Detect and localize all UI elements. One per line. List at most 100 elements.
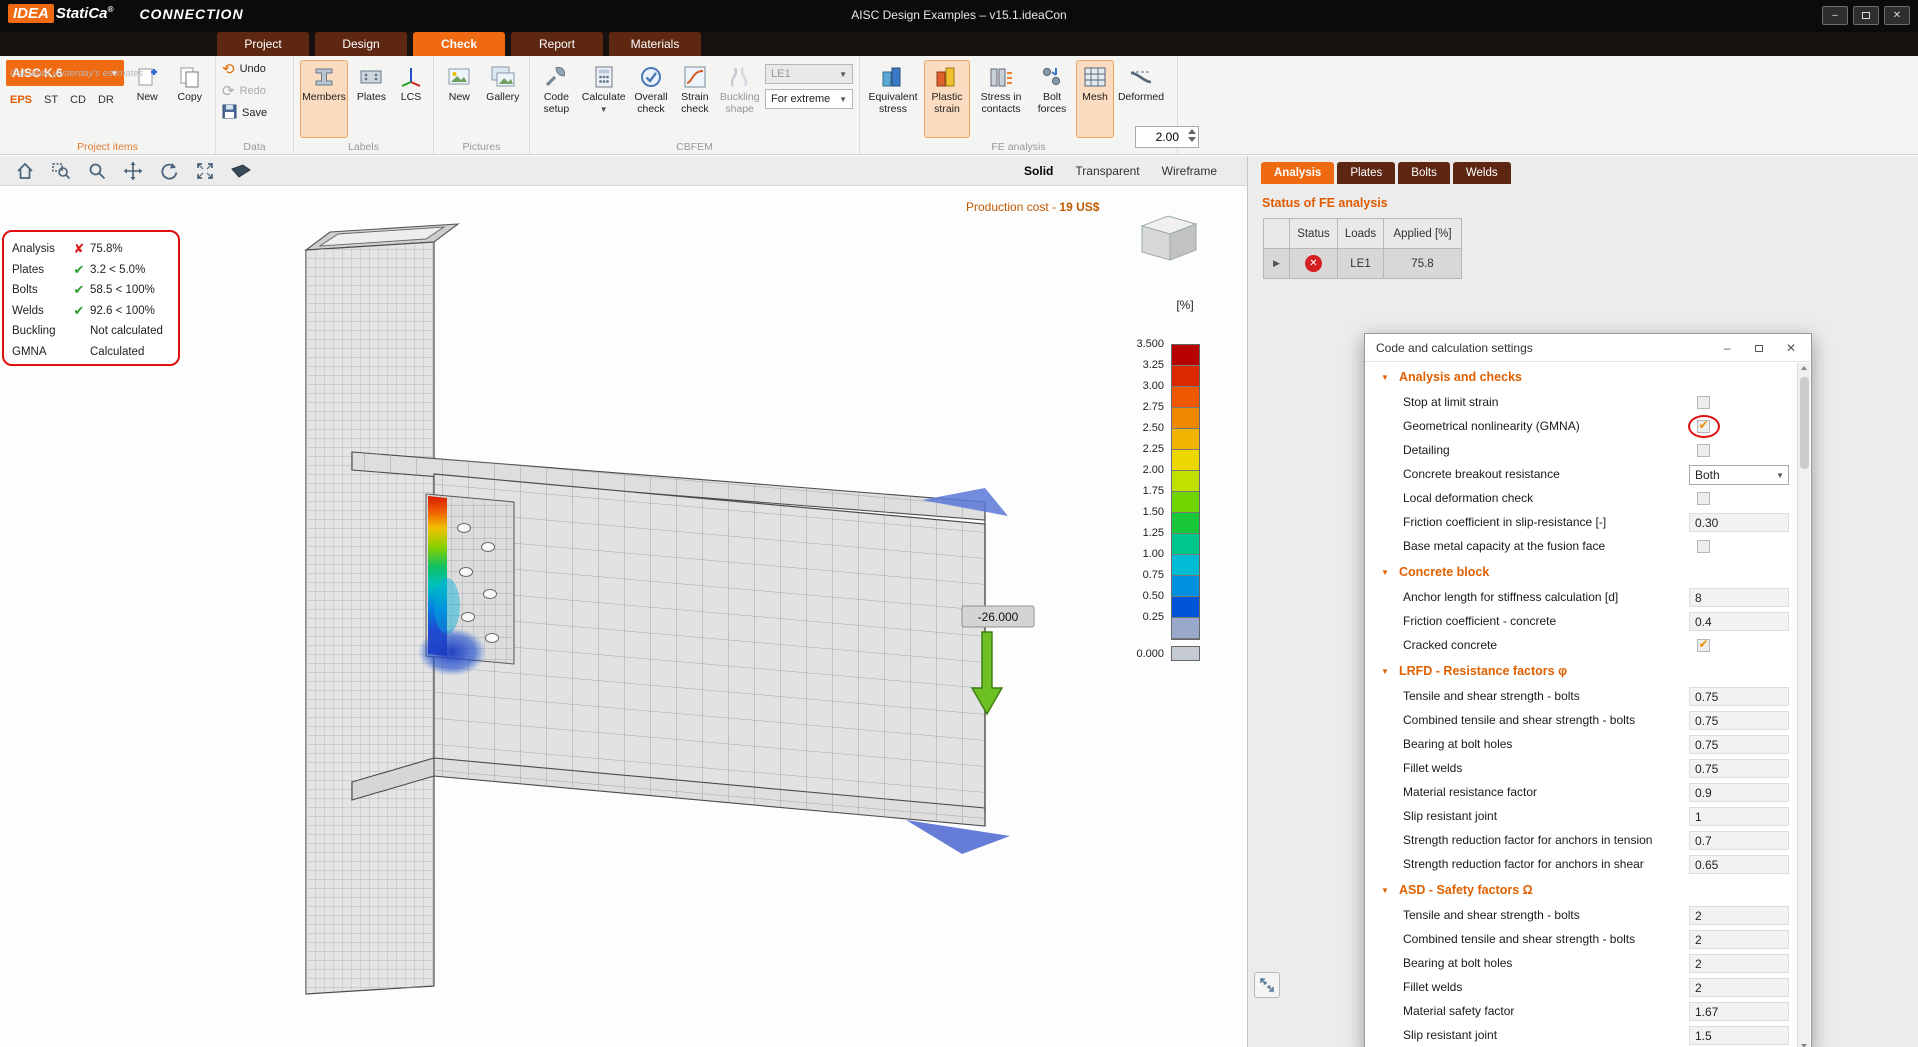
input-asd-combined-bolts[interactable] — [1689, 930, 1789, 949]
strain-check-button[interactable]: Strain check — [675, 60, 714, 138]
scroll-thumb[interactable] — [1800, 377, 1809, 469]
settings-maximize-button[interactable] — [1743, 334, 1775, 362]
input-lrfd-slip-joint[interactable] — [1689, 807, 1789, 826]
rotate-view-icon[interactable] — [158, 160, 180, 182]
settings-close-button[interactable]: ✕ — [1775, 334, 1807, 362]
mode-cd[interactable]: CD — [70, 94, 86, 106]
tab-report[interactable]: Report — [511, 32, 603, 56]
extreme-select[interactable]: For extreme ▼ — [765, 89, 853, 109]
input-lrfd-tensile-shear-bolts[interactable] — [1689, 687, 1789, 706]
code-setup-button[interactable]: Code setup — [536, 60, 577, 138]
redo-button[interactable]: ⟳ Redo — [222, 82, 287, 100]
view-cube[interactable] — [1128, 208, 1206, 269]
strain-check-label: Strain check — [676, 92, 713, 115]
load-case-select[interactable]: LE1 ▼ — [765, 64, 853, 84]
plates-toggle-button[interactable]: Plates — [352, 60, 391, 138]
input-asd-fillet-welds[interactable] — [1689, 978, 1789, 997]
checkbox-cracked-concrete[interactable]: ✔ — [1697, 639, 1710, 652]
input-asd-slip-joint[interactable] — [1689, 1026, 1789, 1045]
input-lrfd-anchors-shear[interactable] — [1689, 855, 1789, 874]
tab-check[interactable]: Check — [413, 32, 505, 56]
settings-scrollbar[interactable] — [1797, 363, 1810, 1047]
lcs-toggle-button[interactable]: LCS — [395, 60, 427, 138]
overall-check-button[interactable]: Overall check — [631, 60, 672, 138]
stress-in-contacts-button[interactable]: Stress in contacts — [974, 60, 1028, 138]
input-lrfd-bearing[interactable] — [1689, 735, 1789, 754]
new-picture-button[interactable]: New — [440, 60, 479, 138]
input-asd-material-safety[interactable] — [1689, 1002, 1789, 1021]
panel-tab-analysis[interactable]: Analysis — [1261, 162, 1334, 184]
input-friction-slip[interactable] — [1689, 513, 1789, 532]
view-mode-wireframe[interactable]: Wireframe — [1162, 164, 1217, 178]
panel-tab-bolts[interactable]: Bolts — [1398, 162, 1450, 184]
checkbox-gmna[interactable]: ✔ — [1697, 420, 1710, 433]
mode-st[interactable]: ST — [44, 94, 58, 106]
checkbox-stop-at-limit-strain[interactable] — [1697, 396, 1710, 409]
settings-minimize-button[interactable]: – — [1711, 334, 1743, 362]
input-lrfd-fillet-welds[interactable] — [1689, 759, 1789, 778]
input-lrfd-material-resistance[interactable] — [1689, 783, 1789, 802]
calculate-button[interactable]: Calculate ▼ — [581, 60, 627, 138]
select-concrete-breakout[interactable]: Both ▼ — [1689, 465, 1789, 485]
tab-design[interactable]: Design — [315, 32, 407, 56]
view-mode-solid[interactable]: Solid — [1024, 164, 1053, 178]
mesh-toggle-button[interactable]: Mesh — [1076, 60, 1114, 138]
section-analysis-and-checks[interactable]: ▼ Analysis and checks — [1365, 364, 1796, 391]
mode-eps[interactable]: EPS — [10, 94, 32, 106]
input-asd-tensile-shear-bolts[interactable] — [1689, 906, 1789, 925]
plates-icon — [358, 64, 384, 90]
copy-project-item-button[interactable]: Copy — [171, 60, 210, 138]
legend-band — [1172, 345, 1199, 366]
mode-dr[interactable]: DR — [98, 94, 114, 106]
legend-tick: 3.500 — [1095, 338, 1171, 359]
window-minimize-button[interactable]: – — [1822, 6, 1848, 25]
deformed-scale-spinner[interactable] — [1135, 126, 1199, 148]
undo-button[interactable]: ⟲ Undo — [222, 60, 287, 78]
checkbox-local-deformation[interactable] — [1697, 492, 1710, 505]
zoom-icon[interactable] — [86, 160, 108, 182]
deformed-scale-input[interactable] — [1136, 127, 1182, 147]
zoom-extents-icon[interactable] — [194, 160, 216, 182]
window-close-button[interactable]: ✕ — [1884, 6, 1910, 25]
spin-down-icon[interactable] — [1188, 137, 1196, 142]
scroll-up-icon[interactable] — [1801, 366, 1807, 370]
model-canvas[interactable]: Analysis ✘ 75.8% Plates ✔ 3.2 < 5.0% Bol… — [0, 186, 1247, 1047]
view-mode-transparent[interactable]: Transparent — [1075, 164, 1139, 178]
expand-panel-button[interactable] — [1254, 972, 1280, 998]
setting-label: Tensile and shear strength - bolts — [1403, 908, 1580, 922]
check-icon: ✔ — [1699, 418, 1709, 432]
end-plate[interactable] — [418, 494, 514, 676]
input-friction-concrete[interactable] — [1689, 612, 1789, 631]
zoom-window-icon[interactable] — [50, 160, 72, 182]
pan-icon[interactable] — [122, 160, 144, 182]
gallery-button[interactable]: Gallery — [483, 60, 523, 138]
section-lrfd-factors[interactable]: ▼ LRFD - Resistance factors φ — [1365, 658, 1796, 685]
settings-title-bar[interactable]: Code and calculation settings – ✕ — [1365, 334, 1811, 362]
panel-tab-welds[interactable]: Welds — [1453, 162, 1511, 184]
buckling-shape-button[interactable]: Buckling shape — [718, 60, 761, 138]
save-button[interactable]: Save — [222, 104, 287, 122]
section-concrete-block[interactable]: ▼ Concrete block — [1365, 559, 1796, 586]
plastic-strain-button[interactable]: Plastic strain — [924, 60, 970, 138]
panel-tab-plates[interactable]: Plates — [1337, 162, 1395, 184]
home-view-icon[interactable] — [14, 160, 36, 182]
input-asd-bearing[interactable] — [1689, 954, 1789, 973]
section-asd-factors[interactable]: ▼ ASD - Safety factors Ω — [1365, 877, 1796, 904]
row-selector-cell[interactable]: ▶ — [1263, 248, 1290, 279]
bolt-forces-button[interactable]: Bolt forces — [1032, 60, 1072, 138]
members-toggle-button[interactable]: Members — [300, 60, 348, 138]
input-lrfd-anchors-tension[interactable] — [1689, 831, 1789, 850]
tab-project[interactable]: Project — [217, 32, 309, 56]
checkbox-base-metal[interactable] — [1697, 540, 1710, 553]
input-lrfd-combined-bolts[interactable] — [1689, 711, 1789, 730]
window-maximize-button[interactable] — [1853, 6, 1879, 25]
3d-viewport[interactable]: Solid Transparent Wireframe Analysis ✘ 7… — [0, 156, 1247, 1047]
legend-tick: 1.00 — [1095, 548, 1171, 569]
equivalent-stress-button[interactable]: Equivalent stress — [866, 60, 920, 138]
checkbox-detailing[interactable] — [1697, 444, 1710, 457]
input-anchor-length[interactable] — [1689, 588, 1789, 607]
label-paint-icon[interactable] — [230, 160, 252, 182]
tab-materials[interactable]: Materials — [609, 32, 701, 56]
setting-label: Strength reduction factor for anchors in… — [1403, 857, 1644, 871]
spin-up-icon[interactable] — [1188, 129, 1196, 134]
